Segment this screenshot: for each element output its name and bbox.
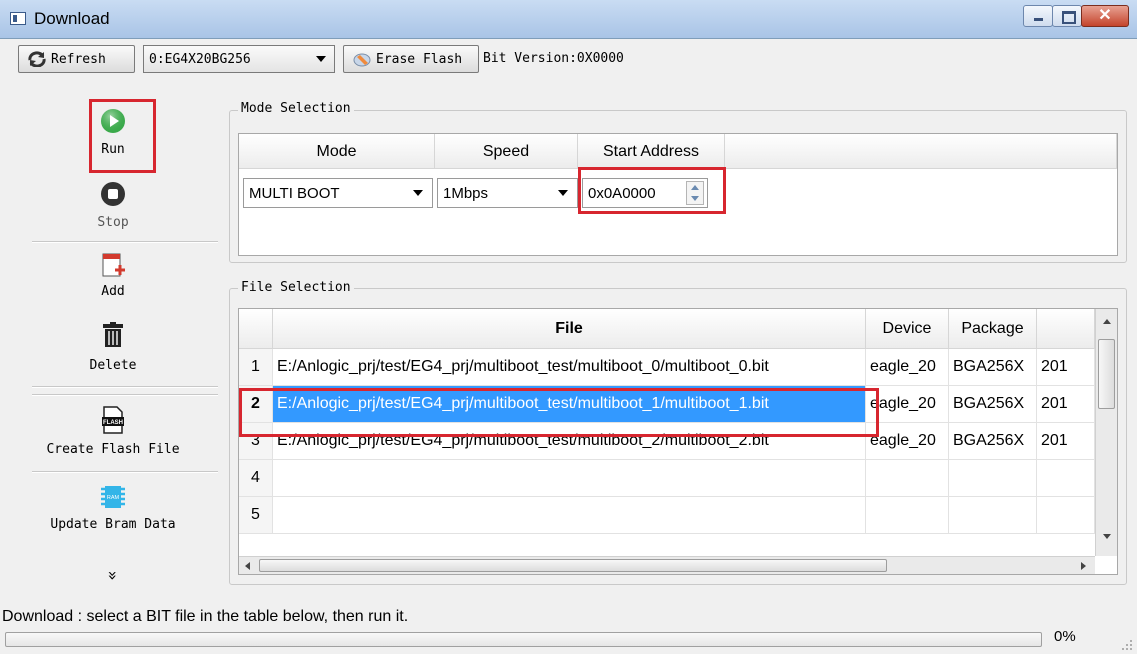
- sidebar-divider: [32, 394, 218, 396]
- erase-flash-label: Erase Flash: [376, 51, 463, 67]
- ram-icon-text: RAM: [107, 495, 120, 501]
- trash-icon: [103, 322, 123, 347]
- delete-label: Delete: [89, 358, 137, 373]
- row-number: 1: [239, 349, 273, 385]
- erase-flash-button[interactable]: Erase Flash: [343, 45, 479, 73]
- maximize-icon: [1062, 11, 1076, 24]
- speed-dropdown-value: 1Mbps: [443, 185, 489, 202]
- vertical-scroll-thumb[interactable]: [1098, 339, 1115, 409]
- bit-version-label: Bit Version:0X0000: [483, 51, 624, 66]
- device-combobox-value: 0:EG4X20BG256: [149, 52, 251, 67]
- sidebar-divider: [32, 471, 218, 473]
- close-button[interactable]: ✕: [1081, 5, 1129, 27]
- mode-dropdown[interactable]: MULTI BOOT: [243, 178, 433, 208]
- flash-icon-text: FLASH: [103, 420, 123, 426]
- extra-cell[interactable]: 201: [1037, 423, 1095, 459]
- chevron-down-icon: [413, 190, 423, 196]
- package-header[interactable]: Package: [949, 309, 1037, 349]
- device-cell[interactable]: [866, 460, 949, 496]
- extra-cell[interactable]: 201: [1037, 386, 1095, 422]
- update-bram-data-button[interactable]: RAM Update Bram Data: [8, 483, 218, 532]
- scroll-down-icon[interactable]: [1103, 534, 1111, 539]
- add-button[interactable]: Add: [8, 252, 218, 299]
- scroll-up-icon[interactable]: [1103, 319, 1111, 324]
- table-row[interactable]: 5: [239, 497, 1095, 534]
- horizontal-scrollbar[interactable]: [239, 556, 1095, 574]
- mode-selection-title: Mode Selection: [238, 101, 354, 116]
- refresh-label: Refresh: [51, 51, 106, 67]
- title-bar[interactable]: [0, 0, 1137, 39]
- close-icon: ✕: [1098, 7, 1112, 24]
- package-cell[interactable]: BGA256X: [949, 349, 1037, 385]
- status-message: Download : select a BIT file in the tabl…: [2, 608, 409, 625]
- create-flash-file-label: Create Flash File: [46, 442, 180, 457]
- add-file-icon: [102, 253, 125, 277]
- stop-label: Stop: [97, 215, 129, 230]
- row-number: 4: [239, 460, 273, 496]
- update-bram-data-label: Update Bram Data: [50, 517, 176, 532]
- scroll-left-icon[interactable]: [245, 562, 250, 570]
- add-label: Add: [101, 284, 125, 299]
- erase-icon: [353, 53, 371, 67]
- file-selection-title: File Selection: [238, 280, 354, 295]
- mode-header: Mode: [239, 134, 435, 169]
- run-highlight-box: [89, 99, 156, 173]
- device-header[interactable]: Device: [866, 309, 949, 349]
- package-cell[interactable]: BGA256X: [949, 423, 1037, 459]
- speed-header: Speed: [435, 134, 578, 169]
- device-cell[interactable]: eagle_20: [866, 349, 949, 385]
- table-row[interactable]: 4: [239, 460, 1095, 497]
- app-window-icon: [10, 12, 26, 25]
- stop-button[interactable]: Stop: [8, 181, 218, 230]
- download-progress-bar: [5, 632, 1042, 647]
- extra-cell[interactable]: 201: [1037, 349, 1095, 385]
- extra-header[interactable]: [1037, 309, 1095, 349]
- chevron-down-icon: [558, 190, 568, 196]
- file-cell[interactable]: [273, 460, 866, 496]
- sidebar-divider: [32, 241, 218, 243]
- package-cell[interactable]: [949, 460, 1037, 496]
- ram-chip-icon: RAM: [101, 486, 125, 508]
- device-cell[interactable]: [866, 497, 949, 533]
- create-flash-file-button[interactable]: FLASH Create Flash File: [8, 406, 218, 457]
- stop-icon: [101, 182, 125, 206]
- progress-percent: 0%: [1054, 628, 1076, 645]
- file-cell[interactable]: E:/Anlogic_prj/test/EG4_prj/multiboot_te…: [273, 349, 866, 385]
- file-header[interactable]: File: [273, 309, 866, 349]
- sidebar-divider: [32, 386, 218, 388]
- resize-grip-icon[interactable]: [1121, 638, 1133, 650]
- flash-file-icon: FLASH: [102, 406, 124, 434]
- file-table: File Device Package 1 E:/Anlogic_prj/tes…: [238, 308, 1118, 575]
- horizontal-scroll-thumb[interactable]: [259, 559, 887, 572]
- vertical-scrollbar[interactable]: [1095, 309, 1117, 556]
- table-row[interactable]: 1 E:/Anlogic_prj/test/EG4_prj/multiboot_…: [239, 349, 1095, 386]
- blank-header: [725, 134, 1117, 169]
- file-cell[interactable]: [273, 497, 866, 533]
- device-combobox[interactable]: 0:EG4X20BG256: [143, 45, 335, 73]
- extra-cell[interactable]: [1037, 497, 1095, 533]
- mode-dropdown-value: MULTI BOOT: [249, 185, 340, 202]
- scroll-right-icon[interactable]: [1081, 562, 1086, 570]
- start-address-header: Start Address: [578, 134, 725, 169]
- extra-cell[interactable]: [1037, 460, 1095, 496]
- window-title: Download: [34, 9, 110, 28]
- refresh-button[interactable]: Refresh: [18, 45, 135, 73]
- package-cell[interactable]: BGA256X: [949, 386, 1037, 422]
- package-cell[interactable]: [949, 497, 1037, 533]
- minimize-icon: [1034, 18, 1043, 21]
- selected-file-highlight-box: [239, 388, 879, 437]
- speed-dropdown[interactable]: 1Mbps: [437, 178, 578, 208]
- minimize-button[interactable]: [1023, 5, 1053, 27]
- maximize-button[interactable]: [1052, 5, 1082, 27]
- refresh-icon: [28, 51, 46, 67]
- row-number: 5: [239, 497, 273, 533]
- expand-more-icon[interactable]: »: [104, 569, 123, 583]
- delete-button[interactable]: Delete: [8, 322, 218, 373]
- start-address-highlight-box: [578, 167, 726, 214]
- corner-header: [239, 309, 273, 349]
- chevron-down-icon: [316, 56, 326, 62]
